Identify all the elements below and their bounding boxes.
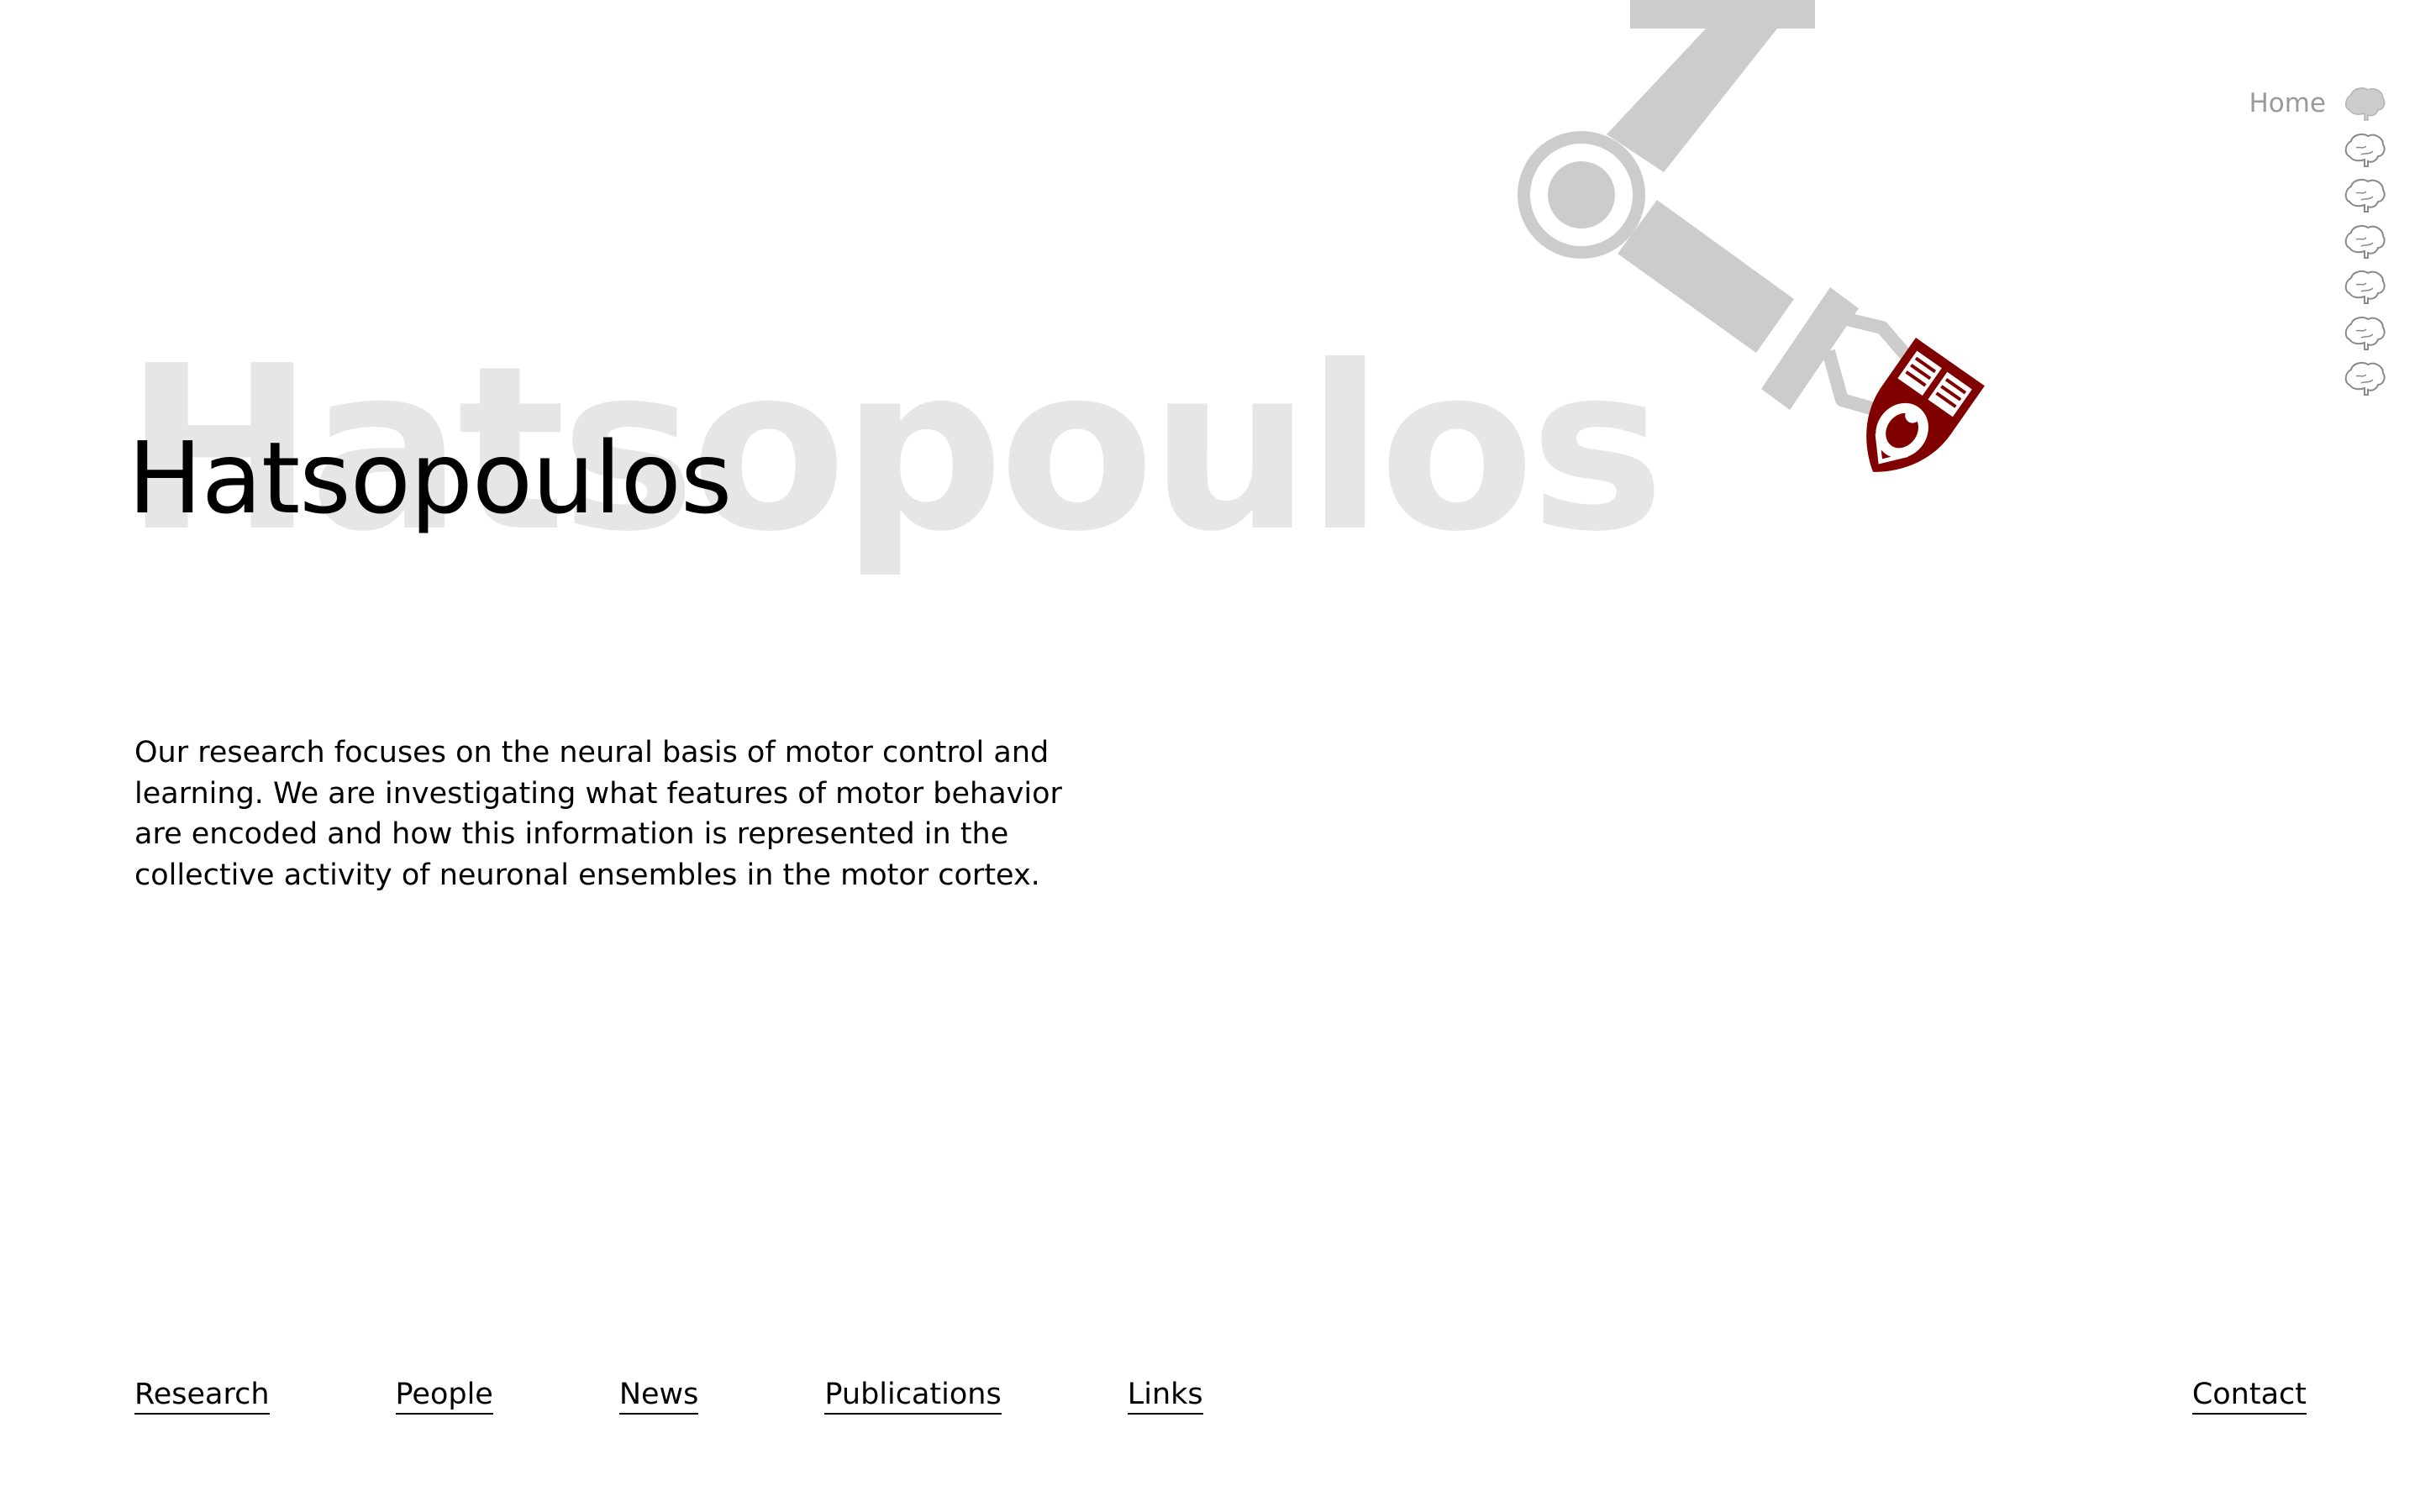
page-title: Hatsopoulos <box>128 420 732 536</box>
brain-icon <box>2344 224 2386 259</box>
robot-arm-icon <box>1518 0 1985 472</box>
side-nav-item-7[interactable] <box>2343 355 2386 402</box>
nav-link-contact[interactable]: Contact <box>2191 1378 2307 1415</box>
nav-link-people[interactable]: People <box>395 1378 493 1415</box>
brain-icon <box>2344 270 2386 305</box>
side-nav-item-4[interactable] <box>2343 218 2386 265</box>
side-nav-item-5[interactable] <box>2343 264 2386 310</box>
nav-link-news[interactable]: News <box>618 1378 699 1415</box>
bottom-nav: Research People News Publications Links <box>134 1378 1329 1415</box>
intro-text: Our research focuses on the neural basis… <box>134 736 1062 892</box>
side-nav: Home <box>2249 81 2386 402</box>
brain-icon <box>2345 87 2386 121</box>
nav-link-publications[interactable]: Publications <box>824 1378 1002 1415</box>
side-nav-label-home: Home <box>2249 88 2326 119</box>
nav-link-research[interactable]: Research <box>134 1378 270 1415</box>
side-nav-item-2[interactable] <box>2343 127 2386 173</box>
brain-icon <box>2344 362 2386 396</box>
side-nav-item-6[interactable] <box>2343 310 2386 356</box>
university-crest-icon <box>1866 338 1985 472</box>
side-nav-item-home[interactable]: Home <box>2249 81 2386 127</box>
brain-icon <box>2344 179 2386 213</box>
brain-icon <box>2344 316 2386 350</box>
brain-icon <box>2344 133 2386 167</box>
nav-link-links[interactable]: Links <box>1127 1378 1203 1415</box>
side-nav-item-3[interactable] <box>2343 172 2386 218</box>
